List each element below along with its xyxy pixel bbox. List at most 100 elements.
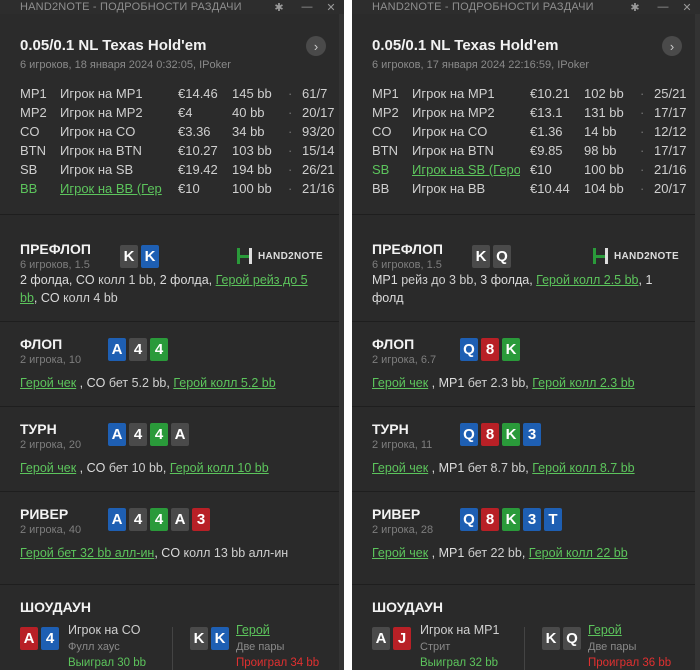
hero-action-link[interactable]: Герой колл 10 bb: [170, 461, 269, 475]
player-name[interactable]: Игрок на MP2: [60, 105, 168, 120]
minimize-icon[interactable]: —: [300, 0, 314, 14]
close-icon[interactable]: ✕: [680, 0, 694, 14]
card: K: [211, 627, 229, 650]
hero-action-link[interactable]: Герой чек: [20, 376, 76, 390]
board-cards: KK: [190, 627, 229, 650]
player-row: BTN Игрок на BTN €9.85 98 bb · 17/17: [372, 141, 692, 160]
showdown-divider: [172, 627, 173, 670]
action-text: бет 10 bb: [108, 461, 163, 475]
player-row: BB Игрок на BB €10.44 104 bb · 20/17: [372, 179, 692, 198]
hero-action-link[interactable]: Герой чек: [20, 461, 76, 475]
hero-action-link[interactable]: Герой чек: [372, 546, 428, 560]
showdown-player-name[interactable]: Игрок на CO: [68, 623, 140, 637]
hand-subtitle: 6 игроков, 18 января 2024 0:32:05, IPoke…: [20, 59, 231, 71]
action-text: , 3 фолда,: [473, 273, 537, 287]
logo-text: HAND2NOTE: [258, 250, 323, 262]
player-name[interactable]: Игрок на CO: [412, 124, 520, 139]
card: 4: [129, 508, 147, 531]
next-hand-button[interactable]: ›: [662, 36, 682, 56]
window-title: HAND2NOTE - ПОДРОБНОСТИ РАЗДАЧИ: [20, 1, 242, 13]
hero-action-link[interactable]: Герой чек: [372, 376, 428, 390]
stack-value: €3.36: [178, 124, 211, 139]
action-text: ,: [162, 461, 170, 475]
separator-dot: ·: [288, 181, 293, 196]
player-name[interactable]: Игрок на BB: [412, 181, 520, 196]
action-text: колл 13 bb алл-ин: [183, 546, 289, 560]
action-line: Герой чек , MP1 бет 22 bb, Герой колл 22…: [372, 544, 680, 562]
card: K: [141, 245, 159, 268]
player-name[interactable]: Игрок на SB: [60, 162, 168, 177]
street-title: ФЛОП: [20, 336, 63, 352]
showdown-divider: [524, 627, 525, 670]
hero-action-link[interactable]: Герой колл 2.3 bb: [532, 376, 634, 390]
stack-bb: 40 bb: [232, 105, 265, 120]
player-name[interactable]: Игрок на SB (Геро: [412, 162, 520, 177]
card: K: [472, 245, 490, 268]
close-icon[interactable]: ✕: [324, 0, 338, 14]
hero-action-link[interactable]: Герой чек: [372, 461, 428, 475]
card: 3: [523, 508, 541, 531]
card: K: [502, 338, 520, 361]
stack-value: €10.44: [530, 181, 570, 196]
stack-bb: 103 bb: [232, 143, 272, 158]
gear-icon[interactable]: ✱: [272, 0, 286, 14]
turn-section: ТУРН 2 игрока, 20 A 4 4 A Герой чек , CO бет 1…: [0, 407, 344, 492]
showdown-hero-name[interactable]: Герой: [236, 623, 270, 637]
board-cards: AJ: [372, 627, 411, 650]
action-text: бет 5.2 bb: [108, 376, 167, 390]
board-cards: KQ: [542, 627, 581, 650]
stack-value: €13.1: [530, 105, 563, 120]
street-title: ТУРН: [20, 421, 57, 437]
street-title: ТУРН: [372, 421, 409, 437]
showdown-result: Выиграл 30 bb: [68, 657, 147, 669]
stack-value: €1.36: [530, 124, 563, 139]
action-text: колл 1 bb: [98, 273, 153, 287]
seat-label: MP1: [20, 86, 47, 101]
hands-stats: 61/7: [302, 86, 328, 101]
stack-bb: 131 bb: [584, 105, 624, 120]
scrollbar[interactable]: [695, 14, 700, 670]
separator-dot: ·: [288, 86, 293, 101]
separator-dot: ·: [640, 124, 645, 139]
next-hand-button[interactable]: ›: [306, 36, 326, 56]
street-title: РИВЕР: [372, 506, 421, 522]
card: Q: [460, 423, 478, 446]
showdown-result: Выиграл 32 bb: [420, 657, 499, 669]
showdown-hand-rank: Стрит: [420, 641, 451, 653]
separator-dot: ·: [288, 143, 293, 158]
gear-icon[interactable]: ✱: [628, 0, 642, 14]
player-name[interactable]: Игрок на MP1: [60, 86, 168, 101]
minimize-icon[interactable]: —: [656, 0, 670, 14]
hands-stats: 26/21: [302, 162, 335, 177]
showdown-player-name[interactable]: Игрок на MP1: [420, 623, 499, 637]
player-name[interactable]: Игрок на BB (Гер: [60, 181, 168, 196]
player-name[interactable]: Игрок на MP1: [412, 86, 520, 101]
player-name[interactable]: Игрок на BTN: [412, 143, 520, 158]
hero-action-link[interactable]: Герой бет 32 bb алл-ин: [20, 546, 154, 560]
showdown-hero-name[interactable]: Герой: [588, 623, 622, 637]
hero-action-link[interactable]: Герой колл 8.7 bb: [532, 461, 634, 475]
player-row: MP2 Игрок на MP2 €13.1 131 bb · 17/17: [372, 103, 692, 122]
hero-action-link[interactable]: Герой колл 2.5 bb: [536, 273, 638, 287]
separator-dot: ·: [288, 124, 293, 139]
seat-label: CO: [20, 124, 40, 139]
separator-dot: ·: [640, 162, 645, 177]
game-title: 0.05/0.1 NL Texas Hold'em: [20, 37, 207, 54]
hero-action-link[interactable]: Герой колл 5.2 bb: [173, 376, 275, 390]
hand-header: 0.05/0.1 NL Texas Hold'em 6 игроков, 18 я…: [0, 14, 344, 215]
player-name[interactable]: Игрок на CO: [60, 124, 168, 139]
player-name[interactable]: Игрок на MP2: [412, 105, 520, 120]
players-table: MP1 Игрок на MP1 €14.46 145 bb · 61/7 MP2 Игрок…: [20, 84, 340, 198]
hero-action-link[interactable]: Герой колл 22 bb: [529, 546, 628, 560]
action-line: Герой бет 32 bb алл-ин, CO колл 13 bb ал…: [20, 544, 324, 562]
stack-value: €10: [178, 181, 200, 196]
board-cards: A44A: [108, 423, 189, 446]
hands-stats: 15/14: [302, 143, 335, 158]
scrollbar[interactable]: [339, 14, 344, 670]
seat-label: SB: [372, 162, 390, 177]
seat-label: BTN: [20, 143, 46, 158]
card: Q: [460, 508, 478, 531]
player-name[interactable]: Игрок на BTN: [60, 143, 168, 158]
card: 4: [129, 338, 147, 361]
action-text: ,: [521, 546, 529, 560]
